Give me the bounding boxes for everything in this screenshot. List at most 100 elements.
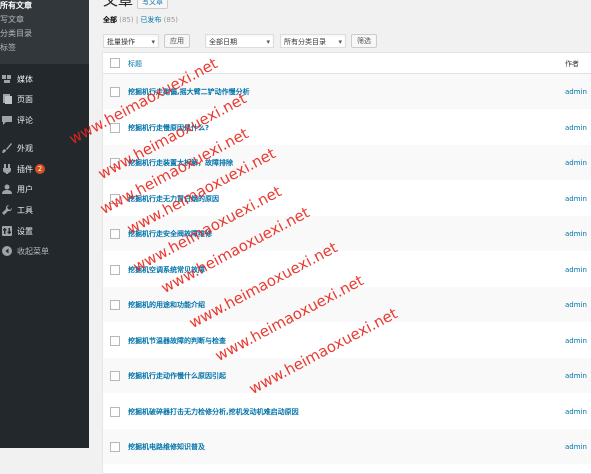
menu-tools[interactable]: 工具 <box>0 201 89 219</box>
row-checkbox[interactable] <box>110 442 120 452</box>
submenu-tags[interactable]: 标签 <box>0 41 89 55</box>
menu-pages-label: 页面 <box>17 94 33 104</box>
post-title-link[interactable]: 挖掘机的用途和功能介绍 <box>128 300 205 310</box>
filter-separator: | <box>135 16 139 24</box>
table-row: 挖掘机的用途和功能介绍 admin <box>103 287 591 322</box>
row-checkbox[interactable] <box>110 193 120 204</box>
post-title-link[interactable]: 挖掘机破碎器打击无力检修分析,挖机发动机难启动原因 <box>128 407 299 417</box>
row-checkbox[interactable] <box>110 122 120 133</box>
filter-button[interactable]: 筛选 <box>351 34 377 48</box>
date-filter-select[interactable]: 全部日期 ▾ <box>205 34 274 48</box>
post-author-link[interactable]: admin <box>565 124 587 132</box>
table-row: 挖掘机行走安全阀故障维修 admin <box>103 216 591 251</box>
table-row: 挖掘机行走无力冒白烟的原因 admin <box>103 181 591 216</box>
comment-icon <box>1 114 13 126</box>
page-icon <box>1 93 13 105</box>
menu-users[interactable]: 用户 <box>0 180 89 198</box>
column-author-header: 作者 <box>565 60 579 68</box>
collapse-icon <box>1 245 13 257</box>
submenu-categories[interactable]: 分类目录 <box>0 27 89 41</box>
post-author-link[interactable]: admin <box>565 408 587 416</box>
post-author-link[interactable]: admin <box>565 372 587 380</box>
category-filter-select[interactable]: 所有分类目录 ▾ <box>280 34 346 48</box>
table-row: 挖掘机空调系统常见故障 admin <box>103 252 591 287</box>
post-title-link[interactable]: 挖掘机空调系统常见故障 <box>128 265 205 275</box>
menu-settings[interactable]: 设置 <box>0 222 89 240</box>
add-new-post-button[interactable]: 写文章 <box>137 0 168 9</box>
chevron-down-icon: ▾ <box>151 38 155 46</box>
row-checkbox[interactable] <box>110 158 120 168</box>
column-title-header[interactable]: 标题 <box>128 59 142 69</box>
menu-users-label: 用户 <box>17 184 33 194</box>
submenu-new-post[interactable]: 写文章 <box>0 13 89 27</box>
row-checkbox[interactable] <box>110 264 120 275</box>
posts-table: 标题 作者 挖掘机行走跑偏,摇大臂二铲动作慢分析 admin 挖掘机行走慢原因是什么… <box>102 52 591 474</box>
menu-collapse-label: 收起菜单 <box>17 246 49 256</box>
row-checkbox[interactable] <box>110 229 120 239</box>
menu-pages[interactable]: 页面 <box>0 90 89 108</box>
category-filter-value: 所有分类目录 <box>284 38 326 46</box>
post-title-link[interactable]: 挖掘机行走慢原因是什么? <box>128 123 209 133</box>
post-title-link[interactable]: 挖掘机行走装置大拆解，故障排除 <box>128 158 233 168</box>
post-title-link[interactable]: 挖掘机节温器故障的判断与检查 <box>128 336 226 346</box>
table-row: 挖掘机破碎器打击无力检修分析,挖机发动机难启动原因 admin <box>103 394 591 429</box>
wrench-icon <box>1 204 13 216</box>
post-author-link[interactable]: admin <box>565 159 587 167</box>
menu-plugins-label: 插件 <box>17 164 33 174</box>
post-author-link[interactable]: admin <box>565 195 587 203</box>
chevron-down-icon: ▾ <box>266 38 270 46</box>
media-icon <box>1 73 13 85</box>
menu-plugins[interactable]: 插件 2 <box>0 160 89 178</box>
post-author-link[interactable]: admin <box>565 266 587 274</box>
bulk-actions-select[interactable]: 批量操作 ▾ <box>103 34 159 48</box>
post-author-link[interactable]: admin <box>565 301 587 309</box>
brush-icon <box>1 142 13 154</box>
post-author-link[interactable]: admin <box>565 88 587 96</box>
table-row: 挖掘机行走慢原因是什么? admin <box>103 110 591 145</box>
filter-all[interactable]: 全部 <box>103 16 117 24</box>
table-row: 挖掘机节温器故障的判断与检查 admin <box>103 323 591 358</box>
table-row: 挖掘机行走装置大拆解，故障排除 admin <box>103 145 591 180</box>
posts-submenu: 所有文章 写文章 分类目录 标签 <box>0 0 89 64</box>
table-row: 挖掘机行走跑偏,摇大臂二铲动作慢分析 admin <box>103 74 591 109</box>
main-content: 文章 写文章 全部 (85) | 已发布 (85) 批量操作 ▾ 应用 全部日期… <box>89 0 591 474</box>
menu-settings-label: 设置 <box>17 226 33 236</box>
bulk-actions-value: 批量操作 <box>107 38 135 46</box>
menu-comments-label: 评论 <box>17 115 33 125</box>
status-filters: 全部 (85) | 已发布 (85) <box>103 15 178 25</box>
menu-media[interactable]: 媒体 <box>0 70 89 88</box>
row-checkbox[interactable] <box>110 335 120 346</box>
filter-published-count: (85) <box>163 16 179 24</box>
admin-sidebar: 所有文章 写文章 分类目录 标签 媒体 页面 评论 外观 插件 2 用户 工具 … <box>0 0 89 448</box>
post-title-link[interactable]: 挖掘机行走动作慢什么原因引起 <box>128 371 226 381</box>
chevron-down-icon: ▾ <box>338 38 342 46</box>
post-title-link[interactable]: 挖掘机行走无力冒白烟的原因 <box>128 194 219 204</box>
post-title-link[interactable]: 挖掘机电路维修知识普及 <box>128 442 205 452</box>
plugin-update-badge: 2 <box>35 164 45 174</box>
row-checkbox[interactable] <box>110 406 120 417</box>
table-header: 标题 作者 <box>103 53 591 74</box>
user-icon <box>1 183 13 195</box>
page-title: 文章 <box>103 0 134 9</box>
plugin-icon <box>1 163 13 175</box>
table-row: 挖掘机电路维修知识普及 admin <box>103 429 591 464</box>
filter-published[interactable]: 已发布 <box>140 16 161 24</box>
menu-appearance[interactable]: 外观 <box>0 139 89 157</box>
submenu-all-posts[interactable]: 所有文章 <box>0 0 89 13</box>
row-checkbox[interactable] <box>110 87 120 97</box>
post-author-link[interactable]: admin <box>565 337 587 345</box>
table-row: 挖掘机行走动作慢什么原因引起 admin <box>103 358 591 393</box>
select-all-checkbox[interactable] <box>110 58 120 68</box>
menu-comments[interactable]: 评论 <box>0 111 89 129</box>
post-author-link[interactable]: admin <box>565 443 587 451</box>
menu-media-label: 媒体 <box>17 74 33 84</box>
menu-collapse[interactable]: 收起菜单 <box>0 242 89 260</box>
row-checkbox[interactable] <box>110 300 120 310</box>
filter-all-count: (85) <box>119 16 134 24</box>
apply-button[interactable]: 应用 <box>164 34 190 48</box>
post-title-link[interactable]: 挖掘机行走安全阀故障维修 <box>128 229 212 239</box>
menu-appearance-label: 外观 <box>17 143 33 153</box>
row-checkbox[interactable] <box>110 371 120 381</box>
post-title-link[interactable]: 挖掘机行走跑偏,摇大臂二铲动作慢分析 <box>128 87 250 97</box>
post-author-link[interactable]: admin <box>565 230 587 238</box>
